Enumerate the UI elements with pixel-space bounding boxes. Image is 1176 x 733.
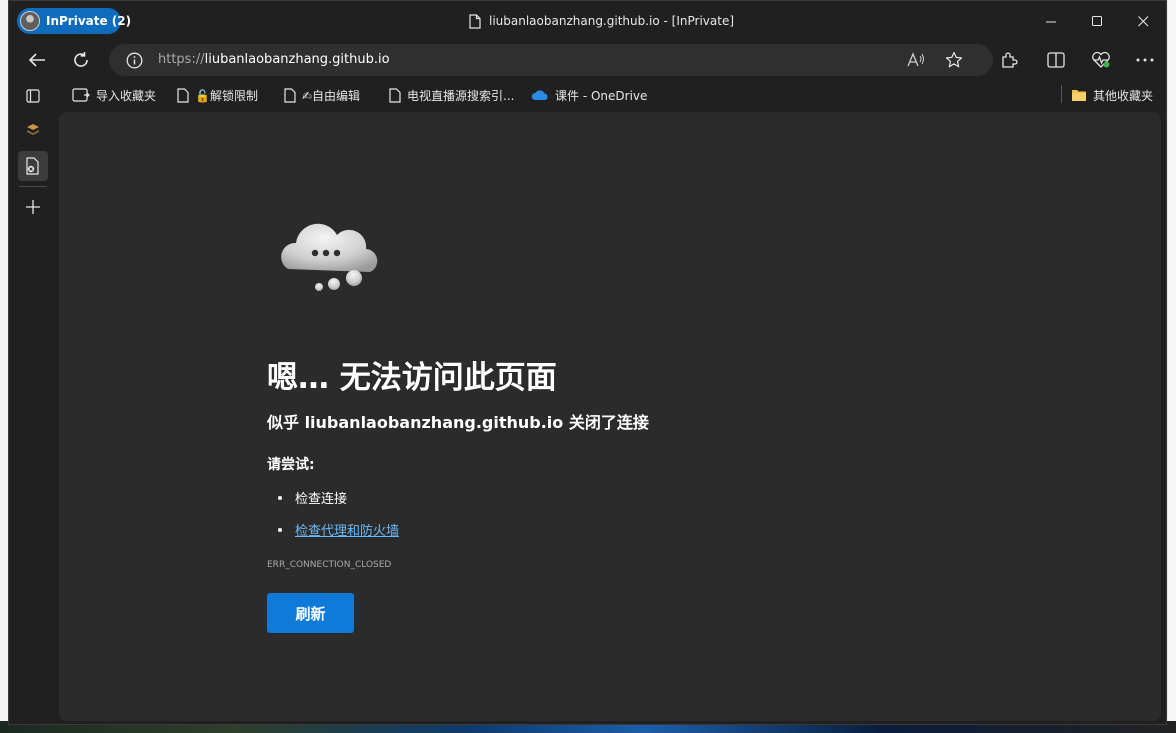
extensions-button[interactable]	[995, 46, 1023, 74]
tab-item-current[interactable]	[18, 151, 48, 181]
split-screen-button[interactable]	[1042, 46, 1070, 74]
tab-item-workspace[interactable]	[18, 115, 48, 145]
tab-actions-button[interactable]	[18, 81, 48, 111]
heartbeat-icon	[1092, 51, 1110, 68]
reload-icon	[74, 52, 88, 67]
more-icon	[1136, 58, 1154, 62]
error-subtitle: 似乎 liubanlaobanzhang.github.io 关闭了连接	[267, 413, 649, 432]
favorites-divider	[1061, 85, 1062, 103]
tab-actions-icon	[26, 89, 40, 103]
favorite-star-icon[interactable]	[945, 51, 963, 69]
url-scheme: https://	[158, 52, 205, 67]
page-icon	[469, 13, 481, 29]
read-aloud-icon[interactable]	[907, 52, 925, 68]
error-title: 嗯… 无法访问此页面	[267, 360, 557, 396]
favorites-bar: 导入收藏夹 🔓解锁限制 ✍自由编辑 电视直播源搜索引... 课件 - OneDr…	[9, 79, 1166, 111]
check-proxy-firewall-link[interactable]: 检查代理和防火墙	[295, 520, 399, 539]
favorite-unlock[interactable]: 🔓解锁限制	[177, 86, 258, 104]
page-icon	[284, 87, 296, 103]
window-controls	[1028, 1, 1166, 41]
import-favorites-icon	[72, 88, 90, 102]
navigation-toolbar: https://liubanlaobanzhang.github.io	[9, 41, 1166, 79]
close-button[interactable]	[1120, 1, 1166, 41]
page-content: 嗯… 无法访问此页面 似乎 liubanlaobanzhang.github.i…	[59, 112, 1161, 721]
browser-essentials-button[interactable]	[1087, 46, 1115, 74]
inprivate-profile-button[interactable]: InPrivate (2)	[17, 8, 131, 34]
suggestion-item: 检查连接	[278, 488, 347, 507]
minimize-button[interactable]	[1028, 1, 1074, 41]
bullet	[278, 527, 282, 532]
profile-label: InPrivate (2)	[46, 14, 132, 28]
puzzle-icon	[1002, 52, 1018, 68]
bullet	[278, 495, 282, 500]
window-title: liubanlaobanzhang.github.io - [InPrivate…	[469, 13, 734, 29]
new-tab-button[interactable]	[18, 192, 48, 222]
favorite-onedrive[interactable]: 课件 - OneDrive	[531, 86, 647, 104]
page-error-icon	[26, 157, 39, 175]
maximize-icon	[1091, 15, 1102, 26]
avatar	[20, 11, 40, 31]
other-favorites-label: 其他收藏夹	[1093, 88, 1154, 103]
page-icon	[177, 87, 189, 103]
title-bar: InPrivate (2) liubanlaobanzhang.github.i…	[9, 1, 1166, 41]
offline-cloud-icon	[281, 223, 378, 291]
favorite-import[interactable]: 导入收藏夹	[72, 86, 156, 104]
settings-more-button[interactable]	[1131, 46, 1159, 74]
tab-title-text: liubanlaobanzhang.github.io - [InPrivate…	[489, 14, 735, 28]
sidebar-divider	[19, 186, 47, 187]
browser-window: InPrivate (2) liubanlaobanzhang.github.i…	[8, 0, 1167, 725]
other-favorites-folder[interactable]: 其他收藏夹	[1071, 86, 1153, 104]
suggestion-check-connection: 检查连接	[295, 492, 348, 507]
onedrive-icon	[531, 90, 548, 100]
back-button[interactable]	[23, 46, 51, 74]
error-code: ERR_CONNECTION_CLOSED	[267, 560, 392, 570]
favorite-label: 🔓解锁限制	[195, 88, 258, 103]
reload-button[interactable]	[67, 46, 95, 74]
favorite-label: 课件 - OneDrive	[555, 88, 648, 103]
favorite-tv-search[interactable]: 电视直播源搜索引...	[389, 86, 514, 104]
maximize-button[interactable]	[1074, 1, 1120, 41]
vertical-tabs-sidebar	[9, 79, 57, 724]
url-text[interactable]: https://liubanlaobanzhang.github.io	[158, 52, 390, 67]
favorite-edit[interactable]: ✍自由编辑	[284, 86, 360, 104]
refresh-button[interactable]: 刷新	[267, 593, 354, 633]
favorite-label: 导入收藏夹	[96, 88, 157, 103]
stack-icon	[27, 124, 39, 135]
suggestion-item: 检查代理和防火墙	[278, 520, 399, 539]
info-icon[interactable]	[126, 52, 143, 69]
close-icon	[1137, 15, 1148, 26]
favorite-label: 电视直播源搜索引...	[407, 88, 515, 103]
url-host: liubanlaobanzhang.github.io	[204, 52, 390, 67]
folder-icon	[1072, 90, 1086, 101]
minimize-icon	[1045, 21, 1056, 22]
favorite-label: ✍自由编辑	[302, 88, 361, 103]
try-heading: 请尝试:	[267, 457, 315, 473]
back-arrow-icon	[28, 53, 45, 67]
page-icon	[389, 87, 401, 103]
split-screen-icon	[1047, 52, 1065, 68]
plus-icon	[26, 200, 40, 214]
desktop-background-right	[1168, 0, 1176, 733]
address-bar[interactable]: https://liubanlaobanzhang.github.io	[109, 44, 993, 76]
